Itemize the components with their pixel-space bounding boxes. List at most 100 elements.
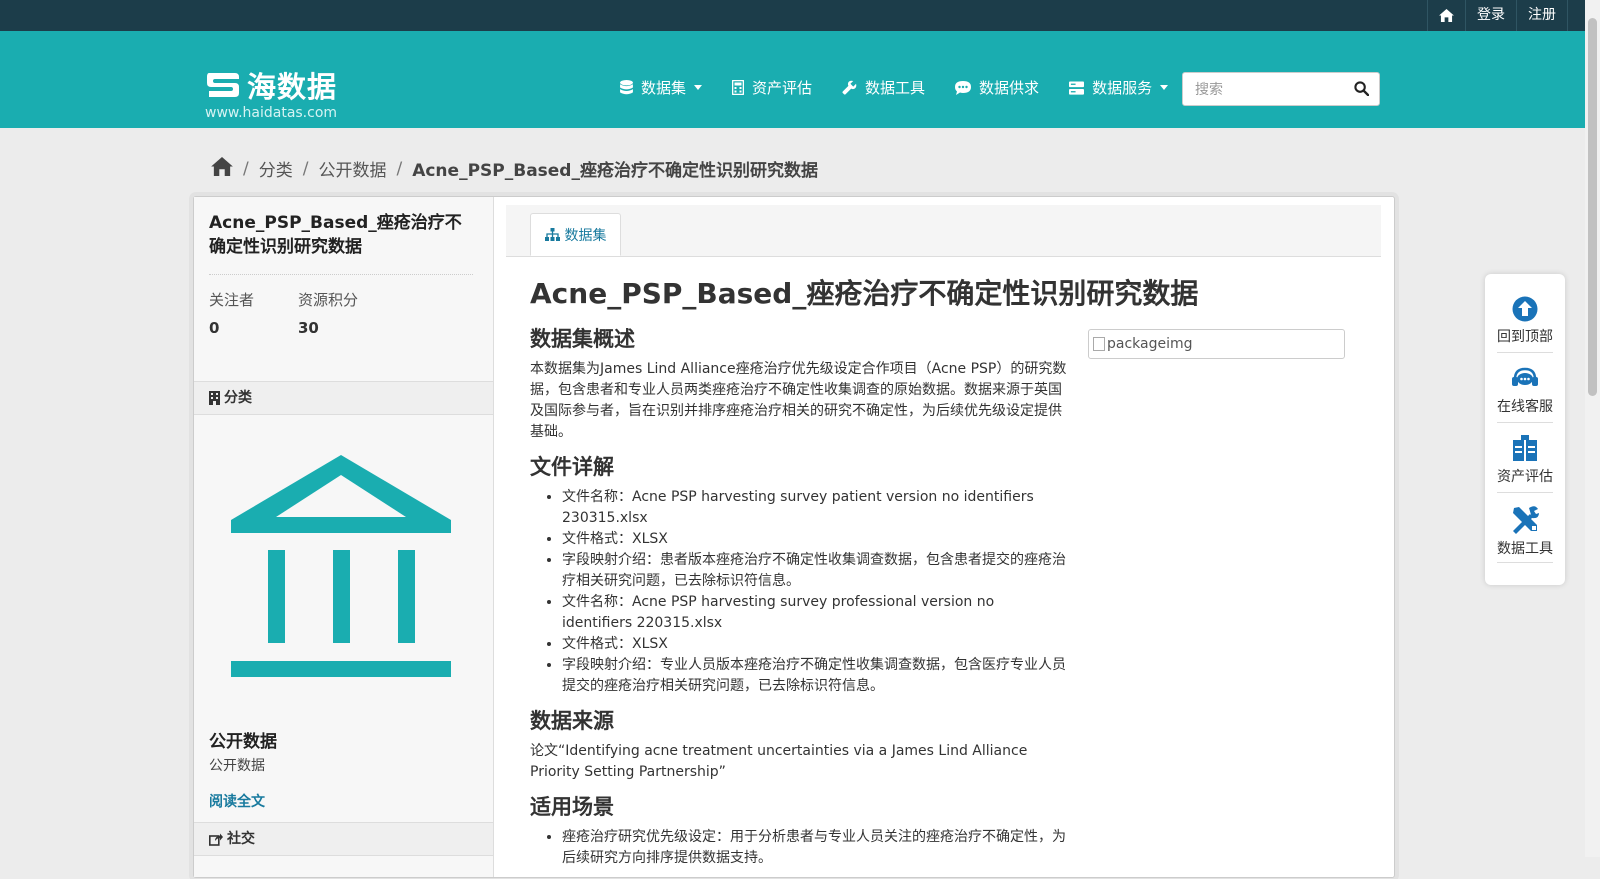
stat-points-value: 30 [298,319,319,337]
asset-evaluation-button[interactable]: 资产评估 [1495,434,1555,486]
sidebar-social-heading: 社交 [194,822,493,856]
nav-asset-evaluation-label: 资产评估 [752,79,813,97]
broken-image-icon [1093,337,1105,351]
breadcrumb-separator: / [243,158,249,179]
list-item: 字段映射介绍：专业人员版本痤疮治疗不确定性收集调查数据，包含医疗专业人员提交的痤… [562,655,1067,697]
nav-asset-evaluation[interactable]: 资产评估 [732,77,812,98]
tab-dataset[interactable]: 数据集 [530,213,621,256]
nav-datasets[interactable]: 数据集 [620,77,703,98]
source-heading: 数据来源 [530,709,614,733]
sitemap-icon [544,228,560,241]
home-link[interactable] [1427,0,1465,31]
list-item: 文件名称：Acne PSP harvesting survey professi… [562,592,1067,634]
sidebar-category-heading: 分类 [194,381,493,415]
sidebar-category-label: 分类 [224,390,252,406]
logo-text: 海数据 [247,70,338,104]
online-service-label: 在线客服 [1497,399,1553,415]
share-icon [209,833,223,846]
chevron-down-icon [694,85,703,90]
main-content: 数据集 Acne_PSP_Based_痤疮治疗不确定性识别研究数据 packag… [494,197,1393,877]
main-nav: 数据集 资产评估 数据工具 数据供求 数据服务 [620,77,1198,98]
organization-title: 公开数据 [209,732,277,752]
scrollbar-thumb[interactable] [1588,18,1597,396]
nav-data-tools[interactable]: 数据工具 [842,77,925,98]
usage-list: 痤疮治疗研究优先级设定：用于分析患者与专业人员关注的痤疮治疗不确定性，为后续研究… [530,827,1067,869]
breadcrumb-category[interactable]: 分类 [259,156,293,181]
tab-dataset-label: 数据集 [564,227,607,244]
breadcrumb: / 分类 / 公开数据 / Acne_PSP_Based_痤疮治疗不确定性识别研… [211,156,818,181]
online-service-button[interactable]: 在线客服 [1495,366,1555,416]
floating-side-panel: 回到顶部 在线客服 资产评估 数据工具 [1485,274,1565,585]
comment-icon [955,80,972,95]
nav-data-services[interactable]: 数据服务 [1069,77,1169,98]
nav-datasets-label: 数据集 [641,79,687,97]
organization-description: 公开数据 [209,758,265,774]
logo-mark-icon [207,73,239,97]
panel-divider [1497,562,1553,563]
package-image: packageimg [1088,329,1345,359]
headset-icon [1512,367,1538,386]
stat-points: 资源积分 30 [298,289,387,337]
stat-followers-value: 0 [209,319,220,337]
breadcrumb-separator: / [302,158,309,179]
files-heading: 文件详解 [530,455,614,479]
server-icon [1069,80,1085,95]
search-box [1182,72,1380,106]
data-tools-label: 数据工具 [1497,541,1553,557]
dataset-heading: Acne_PSP_Based_痤疮治疗不确定性识别研究数据 [530,277,1199,310]
back-to-top-button[interactable]: 回到顶部 [1495,296,1555,346]
nav-data-tools-label: 数据工具 [865,79,926,97]
usage-heading: 适用场景 [530,795,614,819]
overview-heading: 数据集概述 [530,327,635,351]
nav-data-services-label: 数据服务 [1092,79,1153,97]
home-icon [1439,9,1454,22]
list-item: 文件格式：XLSX [562,529,1067,550]
search-button[interactable] [1354,81,1370,100]
asset-evaluation-label: 资产评估 [1497,469,1553,485]
list-item: 文件格式：XLSX [562,634,1067,655]
data-tools-button[interactable]: 数据工具 [1495,504,1555,558]
breadcrumb-current[interactable]: Acne_PSP_Based_痤疮治疗不确定性识别研究数据 [412,156,818,181]
list-item: 文件名称：Acne PSP harvesting survey patient … [562,487,1067,529]
building-icon [209,391,220,405]
breadcrumb-public-data[interactable]: 公开数据 [318,156,386,181]
logo-url: www.haidatas.com [205,105,338,121]
panel-divider [1497,422,1553,423]
panel-divider [1497,492,1553,493]
list-item: 痤疮治疗研究优先级设定：用于分析患者与专业人员关注的痤疮治疗不确定性，为后续研究… [562,827,1067,869]
nav-data-supply[interactable]: 数据供求 [955,77,1039,98]
search-icon [1354,81,1370,97]
breadcrumb-home[interactable] [211,156,233,181]
database-icon [620,80,633,95]
site-header: 海数据 www.haidatas.com 数据集 资产评估 数据工具 数据供求 … [0,31,1600,128]
stat-followers-label: 关注者 [209,291,255,309]
register-link[interactable]: 注册 [1516,0,1568,31]
arrow-up-circle-icon [1512,296,1538,322]
package-image-alt: packageimg [1107,336,1193,352]
sidebar-dataset-title: Acne_PSP_Based_痤疮治疗不确定性识别研究数据 [209,213,462,257]
files-list: 文件名称：Acne PSP harvesting survey patient … [530,487,1067,697]
back-to-top-label: 回到顶部 [1497,329,1553,345]
site-logo[interactable]: 海数据 [205,64,337,106]
dataset-description: 数据集概述 本数据集为James Lind Alliance痤疮治疗优先级设定合… [530,325,1067,879]
sidebar-social-label: 社交 [227,831,255,847]
read-more-link[interactable]: 阅读全文 [209,791,265,811]
source-text: 论文“Identifying acne treatment uncertaint… [530,743,1028,780]
top-utility-bar: 登录 注册 [0,0,1600,31]
nav-data-supply-label: 数据供求 [979,79,1040,97]
wrench-icon [842,80,857,95]
panel-divider [1497,352,1553,353]
sidebar-divider [209,274,473,275]
stat-points-label: 资源积分 [298,291,359,309]
list-item: 字段映射介绍：患者版本痤疮治疗不确定性收集调查数据，包含患者提交的痤疮治疗相关研… [562,550,1067,592]
sidebar: Acne_PSP_Based_痤疮治疗不确定性识别研究数据 关注者 0 资源积分… [194,197,494,877]
chevron-down-icon [1160,85,1169,90]
login-link[interactable]: 登录 [1465,0,1516,31]
search-input[interactable] [1193,74,1347,106]
content-tabbar: 数据集 [506,205,1381,257]
overview-text: 本数据集为James Lind Alliance痤疮治疗优先级设定合作项目（Ac… [530,361,1067,440]
page-scrollbar[interactable] [1585,0,1600,857]
calculator-icon [732,80,745,95]
sidebar-stats: 关注者 0 资源积分 30 [209,289,387,337]
tools-icon [1513,506,1539,534]
